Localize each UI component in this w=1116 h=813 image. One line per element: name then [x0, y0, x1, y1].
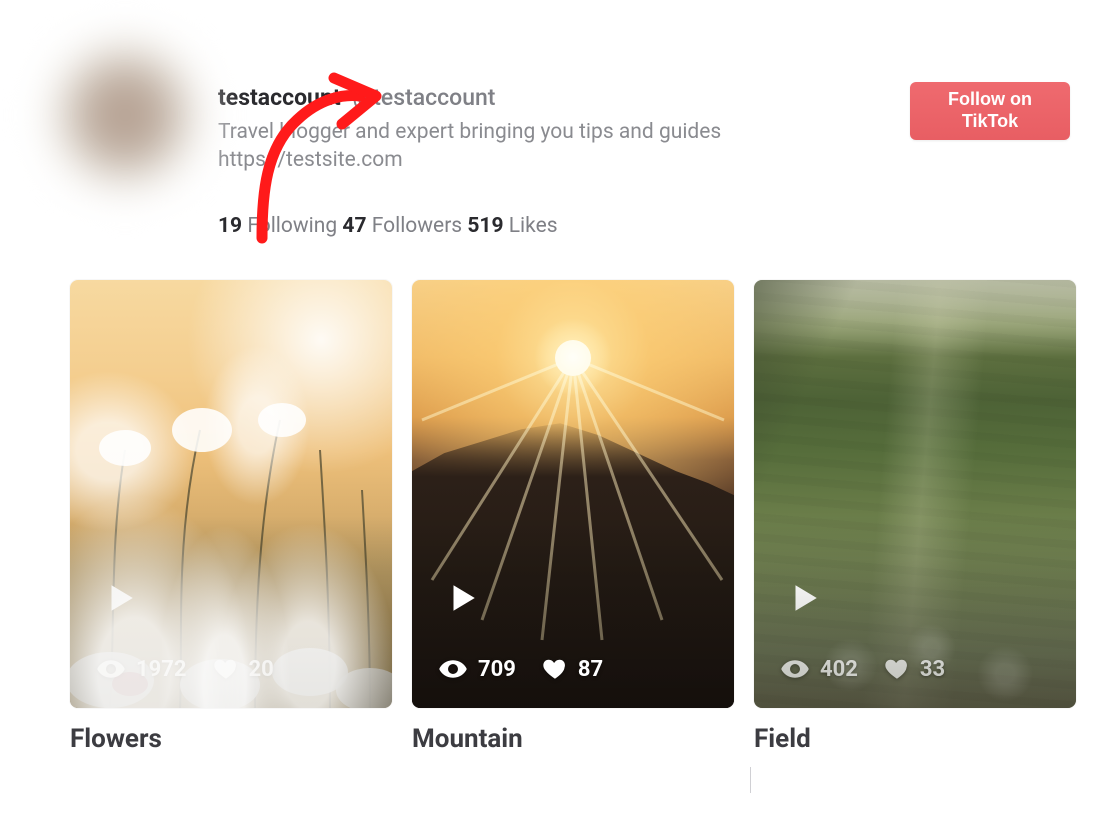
heart-icon: [213, 656, 239, 682]
video-thumbnail[interactable]: 1972 20: [70, 280, 392, 708]
eye-icon: [438, 654, 468, 684]
video-thumbnail[interactable]: 709 87: [412, 280, 734, 708]
likes-count[interactable]: 519: [467, 214, 503, 238]
likes-count: 33: [920, 657, 945, 682]
following-label: Following: [247, 214, 337, 238]
video-title[interactable]: Mountain: [412, 724, 734, 754]
likes-stat: 20: [213, 656, 274, 682]
eye-icon: [780, 654, 810, 684]
profile-stats: 19 Following 47 Followers 519 Likes: [218, 214, 721, 238]
avatar[interactable]: [40, 30, 210, 200]
play-icon[interactable]: [100, 578, 140, 618]
heart-icon: [542, 656, 568, 682]
profile-info: testaccount @testaccount Travel blogger …: [218, 70, 721, 238]
views-count: 709: [478, 657, 516, 682]
divider: [750, 767, 751, 793]
followers-label: Followers: [372, 214, 462, 238]
display-name[interactable]: testaccount: [218, 84, 341, 112]
eye-icon: [96, 654, 126, 684]
thumbnail-stats: 402 33: [780, 654, 945, 684]
thumbnail-art: [70, 280, 392, 708]
views-count: 402: [820, 657, 858, 682]
follow-on-tiktok-button[interactable]: Follow on TikTok: [910, 82, 1070, 140]
profile-header: testaccount @testaccount Travel blogger …: [0, 0, 1116, 238]
profile-bio: Travel blogger and expert bringing you t…: [218, 118, 721, 175]
thumbnail-stats: 1972 20: [96, 654, 274, 684]
views-stat: 1972: [96, 654, 187, 684]
views-count: 1972: [136, 657, 187, 682]
likes-count: 87: [578, 657, 603, 682]
thumbnail-gradient: [70, 516, 392, 709]
bio-line: Travel blogger and expert bringing you t…: [218, 118, 721, 146]
feed-card: 709 87 Mountain: [412, 280, 734, 754]
feed-card: 402 33 Field: [754, 280, 1076, 754]
followers-count[interactable]: 47: [342, 214, 366, 238]
profile-name-row: testaccount @testaccount: [218, 84, 721, 112]
video-thumbnail[interactable]: 402 33: [754, 280, 1076, 708]
video-title[interactable]: Flowers: [70, 724, 392, 754]
likes-label: Likes: [509, 214, 558, 238]
likes-stat: 33: [884, 656, 945, 682]
bio-website[interactable]: https://testsite.com: [218, 146, 721, 174]
profile-handle[interactable]: @testaccount: [353, 84, 496, 112]
feed-grid: 1972 20 Flowers: [0, 280, 1116, 754]
likes-stat: 87: [542, 656, 603, 682]
heart-icon: [884, 656, 910, 682]
video-title[interactable]: Field: [754, 724, 1076, 754]
likes-count: 20: [249, 657, 274, 682]
feed-card: 1972 20 Flowers: [70, 280, 392, 754]
thumbnail-gradient: [754, 516, 1076, 709]
following-count[interactable]: 19: [218, 214, 242, 238]
views-stat: 402: [780, 654, 858, 684]
thumbnail-stats: 709 87: [438, 654, 603, 684]
play-icon[interactable]: [442, 578, 482, 618]
views-stat: 709: [438, 654, 516, 684]
play-icon[interactable]: [784, 578, 824, 618]
